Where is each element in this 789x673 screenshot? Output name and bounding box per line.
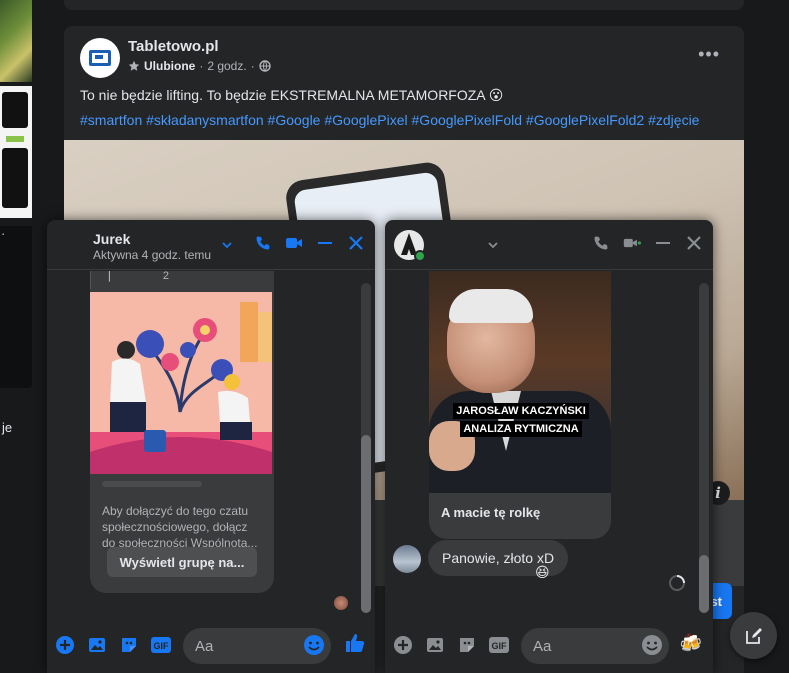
minimize-icon[interactable] xyxy=(654,234,672,252)
page-avatar[interactable] xyxy=(80,38,120,78)
post-hashtags[interactable]: #smartfon #składanysmartfon #Google #Goo… xyxy=(80,112,699,128)
previous-message-edge: ▏▔▔▔▔▔ 2 xyxy=(90,271,274,289)
separator: · xyxy=(250,59,255,73)
gif-icon[interactable]: GIF xyxy=(487,635,511,655)
card-title-placeholder xyxy=(102,481,202,487)
chat-composer: GIF 🍻 xyxy=(385,617,713,673)
video-caption-line1: JAROSŁAW KACZYŃSKI xyxy=(453,403,589,419)
reel-message-text: A macie tę rolkę xyxy=(441,505,541,520)
separator: · xyxy=(199,59,204,73)
chat-header[interactable]: Jurek Aktywna 4 godz. temu xyxy=(47,220,375,270)
emoji-icon[interactable] xyxy=(640,633,664,657)
plus-circle-icon[interactable] xyxy=(393,635,413,655)
more-options-button[interactable]: ••• xyxy=(698,44,720,65)
chat-header-actions xyxy=(254,234,365,252)
svg-text:GIF: GIF xyxy=(154,641,170,651)
new-message-button[interactable] xyxy=(730,612,777,659)
community-illustration[interactable] xyxy=(90,292,272,474)
left-thumbnail-3[interactable]: ▪ xyxy=(0,226,32,388)
chat-scrollbar[interactable] xyxy=(361,283,371,613)
left-column: ▪ je xyxy=(0,0,48,673)
chat-messages[interactable]: JAROSŁAW KACZYŃSKI ANALIZA RYTMICZNA A m… xyxy=(385,271,713,617)
video-call-icon[interactable] xyxy=(285,234,303,252)
close-icon[interactable] xyxy=(347,234,365,252)
post-author[interactable]: Tabletowo.pl xyxy=(128,38,219,55)
photo-icon[interactable] xyxy=(425,635,445,655)
loading-spinner-icon xyxy=(669,575,685,591)
read-receipt-avatar xyxy=(334,596,348,610)
community-invite-text: Aby dołączyć do tego czatu społecznościo… xyxy=(102,504,258,550)
chat-composer: GIF xyxy=(47,617,375,673)
chat-contact-name[interactable]: Jurek xyxy=(93,231,130,247)
chat-header-actions xyxy=(592,234,703,252)
video-call-icon[interactable] xyxy=(623,234,641,252)
star-icon xyxy=(128,60,140,71)
post-time[interactable]: 2 godz. xyxy=(207,59,246,73)
sticker-icon[interactable] xyxy=(119,635,139,655)
post-meta: Ulubione · 2 godz. · xyxy=(128,59,271,73)
chat-header[interactable] xyxy=(385,220,713,270)
chat-window-jurek: Jurek Aktywna 4 godz. temu ▏▔▔▔▔▔ 2 Aby … xyxy=(47,220,375,673)
left-thumbnail-2[interactable] xyxy=(0,86,32,218)
photo-icon[interactable] xyxy=(87,635,107,655)
chevron-down-icon[interactable] xyxy=(221,240,233,250)
globe-icon xyxy=(259,60,271,72)
phone-icon[interactable] xyxy=(592,234,610,252)
view-group-button[interactable]: Wyświetl grupę na... xyxy=(107,547,257,577)
left-thumbnail-1[interactable] xyxy=(0,0,32,82)
sender-avatar[interactable] xyxy=(393,545,421,573)
left-partial-text: je xyxy=(2,420,13,435)
like-thumb-icon[interactable] xyxy=(343,631,367,655)
contact-avatar[interactable] xyxy=(393,229,427,263)
emoji-icon[interactable] xyxy=(302,633,326,657)
edit-icon xyxy=(745,627,762,644)
chat-messages[interactable]: ▏▔▔▔▔▔ 2 Aby dołączyć do tego czatu społ… xyxy=(47,271,375,617)
chat-contact-status: Aktywna 4 godz. temu xyxy=(93,248,212,262)
svg-text:GIF: GIF xyxy=(492,641,508,651)
chevron-down-icon[interactable] xyxy=(487,240,499,250)
chat-scrollbar[interactable] xyxy=(699,283,709,613)
gif-icon[interactable]: GIF xyxy=(149,635,173,655)
chat-window-2: JAROSŁAW KACZYŃSKI ANALIZA RYTMICZNA A m… xyxy=(385,220,713,673)
reel-video-thumbnail[interactable]: JAROSŁAW KACZYŃSKI ANALIZA RYTMICZNA xyxy=(429,271,611,493)
post-text: To nie będzie lifting. To będzie EKSTREM… xyxy=(80,87,504,103)
quick-reaction-button[interactable]: 🍻 xyxy=(679,631,703,655)
plus-circle-icon[interactable] xyxy=(55,635,75,655)
message-reaction[interactable]: 😆 xyxy=(535,564,550,581)
favorite-label: Ulubione xyxy=(144,59,196,73)
sticker-icon[interactable] xyxy=(457,635,477,655)
video-caption: JAROSŁAW KACZYŃSKI ANALIZA RYTMICZNA xyxy=(451,401,591,437)
reel-message-card[interactable]: JAROSŁAW KACZYŃSKI ANALIZA RYTMICZNA A m… xyxy=(429,271,611,539)
phone-icon[interactable] xyxy=(254,234,272,252)
minimize-icon[interactable] xyxy=(316,234,334,252)
close-icon[interactable] xyxy=(685,234,703,252)
video-caption-line2: ANALIZA RYTMICZNA xyxy=(460,421,582,437)
previous-post-edge xyxy=(64,0,744,10)
